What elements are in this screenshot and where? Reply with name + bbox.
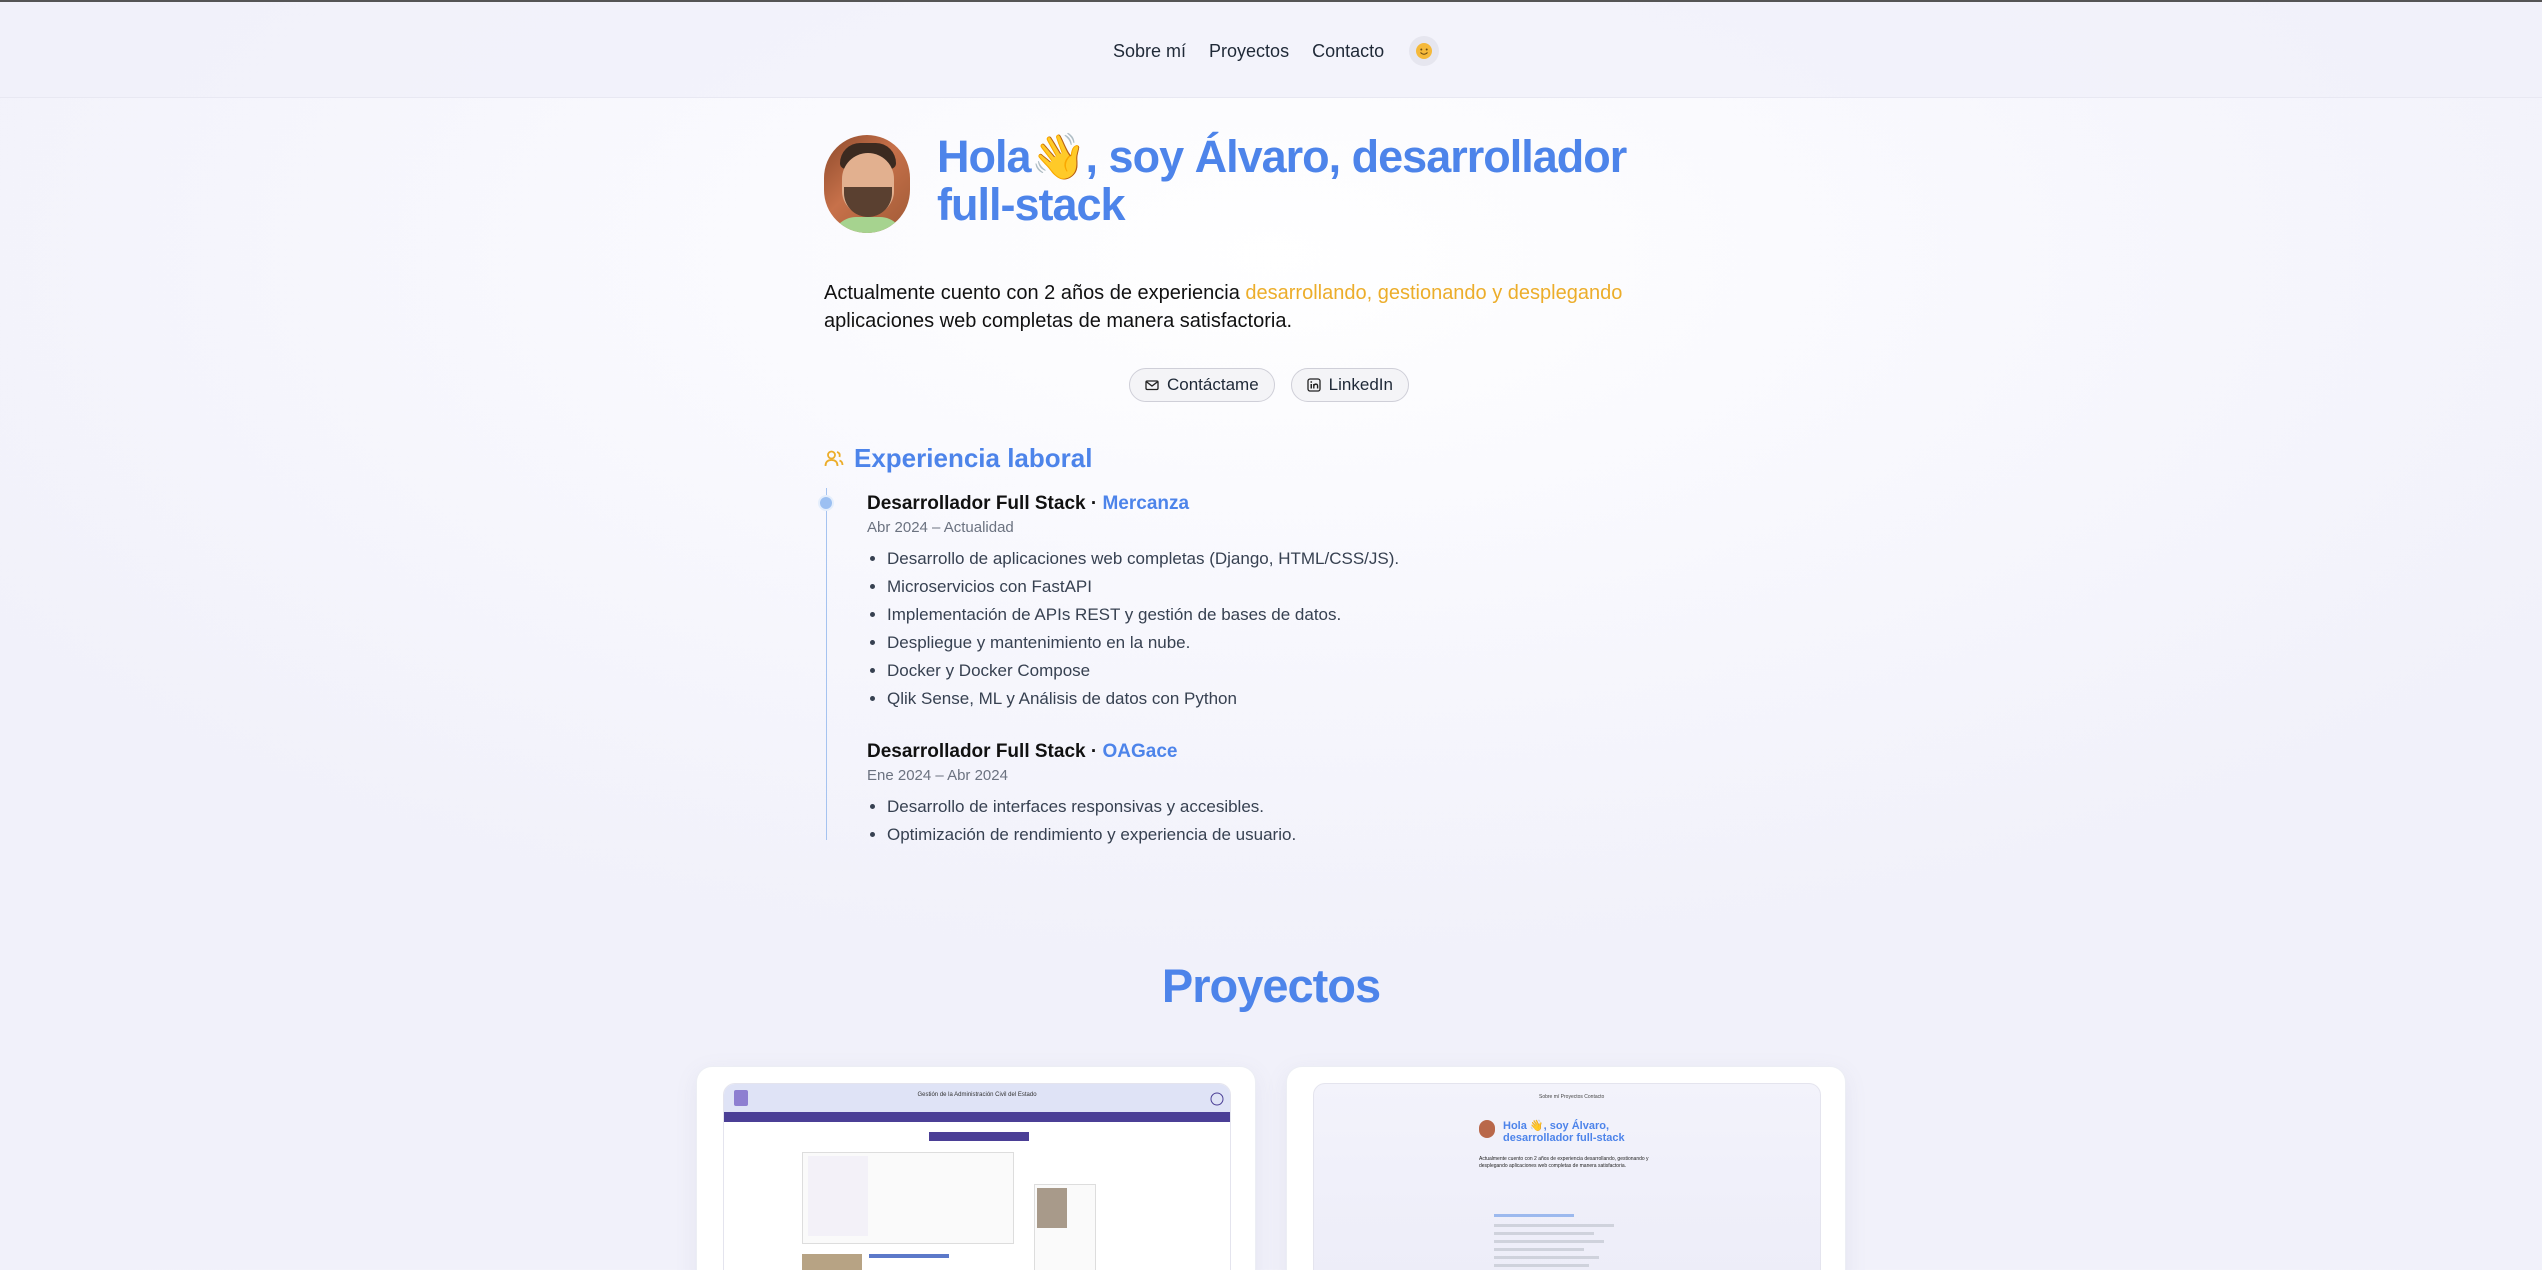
nav-link-about[interactable]: Sobre mí [1113, 41, 1186, 62]
users-icon [824, 450, 844, 466]
screenshot-caption: Gestión de la Administración Civil del E… [917, 1092, 1037, 1098]
contact-button[interactable]: Contáctame [1129, 368, 1275, 402]
timeline-line [826, 488, 827, 840]
page-title: Hola👋, soy Álvaro, desarrollador full-st… [937, 131, 1627, 230]
job-entry-mercanza: Desarrollador Full Stack · Mercanza Abr … [867, 491, 1399, 713]
avatar [824, 135, 910, 233]
mail-icon [1145, 380, 1159, 391]
project-screenshot: Sobre mí Proyectos Contacto Hola 👋, soy … [1313, 1083, 1821, 1270]
screenshot-intro: Actualmente cuento con 2 años de experie… [1479, 1156, 1649, 1169]
job-entry-oagace: Desarrollador Full Stack · OAGace Ene 20… [867, 739, 1296, 849]
linkedin-icon [1307, 378, 1321, 392]
close-icon [1210, 1092, 1224, 1106]
list-item: Microservicios con FastAPI [887, 573, 1399, 601]
job-duties: Desarrollo de interfaces responsivas y a… [867, 793, 1296, 849]
sun-emoji-icon [1416, 43, 1433, 59]
company-name: Mercanza [1102, 493, 1190, 514]
intro-highlight: desarrollando, gestionando y desplegando [1245, 282, 1623, 304]
site-header: Sobre mí Proyectos Contacto [0, 2, 2542, 98]
list-item: Despliegue y mantenimiento en la nube. [887, 629, 1399, 657]
waving-hand-icon: 👋 [1030, 131, 1087, 182]
list-item: Implementación de APIs REST y gestión de… [887, 601, 1399, 629]
list-item: Desarrollo de interfaces responsivas y a… [887, 793, 1296, 821]
list-item: Docker y Docker Compose [887, 657, 1399, 685]
linkedin-button[interactable]: LinkedIn [1290, 368, 1409, 402]
job-date: Abr 2024 – Actualidad [867, 519, 1014, 536]
job-date: Ene 2024 – Abr 2024 [867, 767, 1008, 784]
job-duties: Desarrollo de aplicaciones web completas… [867, 545, 1399, 713]
intro-text: Actualmente cuento con 2 años de experie… [824, 282, 1623, 332]
main-nav: Sobre mí Proyectos Contacto [1113, 36, 1440, 66]
timeline-dot [818, 495, 834, 511]
company-name: OAGace [1102, 741, 1178, 762]
project-screenshot: Gestión de la Administración Civil del E… [723, 1083, 1231, 1270]
screenshot-nav: Sobre mí Proyectos Contacto [1539, 1094, 1605, 1100]
hero-buttons: Contáctame LinkedIn [1129, 368, 1425, 402]
logo-icon [734, 1090, 748, 1106]
nav-link-projects[interactable]: Proyectos [1209, 41, 1289, 62]
experience-heading: Experiencia laboral [824, 443, 1092, 474]
list-item: Desarrollo de aplicaciones web completas… [887, 545, 1399, 573]
avatar [1479, 1120, 1495, 1138]
projects-heading: Proyectos [1161, 959, 1381, 1012]
screenshot-title: Hola 👋, soy Álvaro, desarrollador full-s… [1503, 1120, 1625, 1144]
list-item: Optimización de rendimiento y experienci… [887, 821, 1296, 849]
project-card[interactable]: Sobre mí Proyectos Contacto Hola 👋, soy … [1286, 1066, 1846, 1270]
project-card[interactable]: Gestión de la Administración Civil del E… [696, 1066, 1256, 1270]
theme-toggle-button[interactable] [1409, 36, 1440, 66]
list-item: Qlik Sense, ML y Análisis de datos con P… [887, 685, 1399, 713]
nav-link-contact[interactable]: Contacto [1312, 41, 1384, 62]
